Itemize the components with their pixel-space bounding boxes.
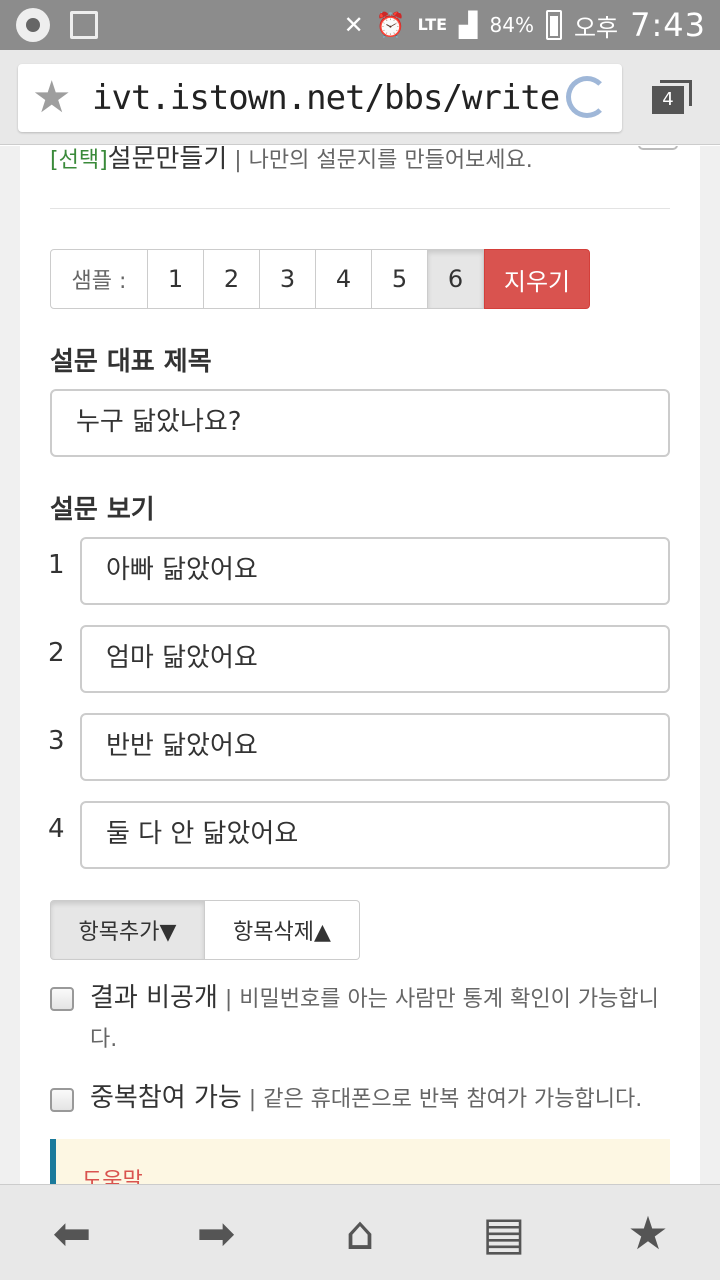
private-results-label: 결과 비공개 | 비밀번호를 아는 사람만 통계 확인이 가능합니다. — [90, 978, 670, 1060]
option-input-4[interactable]: 둘 다 안 닮았어요 — [80, 801, 670, 869]
signal-icon: ▟ — [459, 11, 478, 39]
browser-bottom-nav: ⬅ ➡ ⌂ ▤ ★ — [0, 1184, 720, 1280]
page-content: [선택]설문만들기 | 나만의 설문지를 만들어보세요. 샘플 : 1 2 3 … — [0, 146, 720, 1184]
forward-arrow-icon[interactable]: ➡ — [188, 1205, 244, 1261]
divider — [50, 208, 670, 209]
alarm-icon: ⏰ — [375, 11, 406, 39]
time-period: 오후 — [573, 13, 619, 42]
option-input-2[interactable]: 엄마 닮았어요 — [80, 625, 670, 693]
sample-button-1[interactable]: 1 — [148, 249, 204, 309]
item-button-group: 항목추가▼ 항목삭제▲ — [50, 900, 360, 960]
multi-participation-label: 중복참여 가능 | 같은 휴대폰으로 반복 참여가 가능합니다. — [90, 1078, 670, 1120]
option-number: 2 — [48, 638, 65, 668]
home-icon[interactable]: ⌂ — [332, 1205, 388, 1261]
form-panel: [선택]설문만들기 | 나만의 설문지를 만들어보세요. 샘플 : 1 2 3 … — [20, 146, 700, 1184]
tab-count: 4 — [652, 86, 684, 114]
private-results-title: 결과 비공개 — [90, 983, 218, 1013]
sample-label: 샘플 : — [50, 249, 148, 309]
status-bar: ✕ ⏰ LTE ▟ 84% 오후 7:43 — [0, 0, 720, 50]
battery-percent: 84% — [489, 13, 534, 37]
multi-participation-checkbox[interactable] — [50, 1088, 74, 1112]
multi-participation-title: 중복참여 가능 — [90, 1083, 242, 1113]
option-number: 4 — [48, 814, 65, 844]
network-type: LTE — [417, 15, 448, 34]
option-number: 1 — [48, 550, 65, 580]
help-title: 도움말 — [82, 1169, 143, 1184]
url-text[interactable]: ivt.istown.net/bbs/write.ph — [92, 76, 564, 120]
clock: 7:43 — [630, 6, 706, 44]
add-item-button[interactable]: 항목추가▼ — [50, 900, 205, 960]
battery-icon — [545, 10, 562, 40]
back-arrow-icon[interactable]: ⬅ — [44, 1205, 100, 1261]
option-input-3[interactable]: 반반 닮았어요 — [80, 713, 670, 781]
option-input-1[interactable]: 아빠 닮았어요 — [80, 537, 670, 605]
clear-button[interactable]: 지우기 — [484, 249, 590, 309]
reload-icon[interactable] — [566, 76, 608, 118]
reader-icon[interactable]: ▤ — [476, 1205, 532, 1261]
survey-title-input[interactable]: 누구 닮았나요? — [50, 389, 670, 457]
option-number: 3 — [48, 726, 65, 756]
sample-button-group: 샘플 : 1 2 3 4 5 6 지우기 — [50, 249, 590, 309]
private-results-checkbox[interactable] — [50, 987, 74, 1011]
survey-title-heading: 설문 대표 제목 — [50, 347, 212, 377]
sample-button-5[interactable]: 5 — [372, 249, 428, 309]
survey-options-heading: 설문 보기 — [50, 495, 155, 525]
multi-participation-desc: | 같은 휴대폰으로 반복 참여가 가능합니다. — [248, 1087, 643, 1112]
help-box: 도움말 — [50, 1139, 670, 1184]
bookmarks-icon[interactable]: ★ — [620, 1205, 676, 1261]
survey-maker-checkbox[interactable] — [638, 146, 678, 150]
sample-button-4[interactable]: 4 — [316, 249, 372, 309]
survey-maker-row: [선택]설문만들기 | 나만의 설문지를 만들어보세요. — [50, 146, 533, 175]
sample-button-3[interactable]: 3 — [260, 249, 316, 309]
browser-toolbar: ★ ivt.istown.net/bbs/write.ph 4 — [0, 50, 720, 145]
sample-button-2[interactable]: 2 — [204, 249, 260, 309]
sample-button-6[interactable]: 6 — [428, 249, 484, 309]
delete-item-button[interactable]: 항목삭제▲ — [205, 900, 360, 960]
optional-tag: [선택] — [50, 148, 108, 173]
mute-icon: ✕ — [343, 11, 364, 39]
tabs-button[interactable]: 4 — [652, 80, 692, 114]
survey-maker-title: 설문만들기 — [107, 146, 228, 174]
gallery-icon — [70, 11, 98, 39]
survey-maker-desc: | 나만의 설문지를 만들어보세요. — [234, 148, 533, 173]
address-bar[interactable]: ★ ivt.istown.net/bbs/write.ph — [18, 64, 622, 132]
bookmark-star-icon[interactable]: ★ — [32, 74, 71, 122]
record-icon — [16, 8, 50, 42]
